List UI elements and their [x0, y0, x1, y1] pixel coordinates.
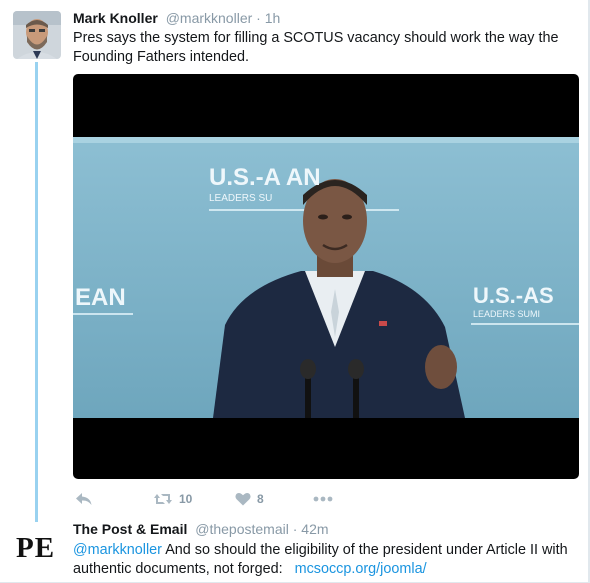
- author-name[interactable]: Mark Knoller: [73, 10, 158, 26]
- author-avatar[interactable]: [13, 11, 61, 59]
- banner-text-right: U.S.-AS: [473, 283, 554, 308]
- reply-url-link[interactable]: mcsoccp.org/joomla/: [295, 561, 427, 577]
- heart-icon: [235, 492, 251, 506]
- retweet-button[interactable]: 10: [153, 488, 192, 510]
- more-button[interactable]: [313, 488, 333, 510]
- tweet-text: Pres says the system for filling a SCOTU…: [73, 30, 559, 65]
- tweet-header: Mark Knoller @markknoller · 1h: [73, 10, 280, 26]
- banner-text-left: EAN: [75, 284, 126, 311]
- banner-subtext-right: LEADERS SUMI: [473, 309, 540, 319]
- reply-header-separator: ·: [292, 521, 298, 537]
- reply-mention-link[interactable]: @markknoller: [73, 542, 162, 558]
- retweet-count: 10: [179, 492, 193, 506]
- reply-timestamp[interactable]: 42m: [301, 521, 328, 537]
- video-frame-image: U.S.-A AN LEADERS SU EAN U.S.-AS LEADERS…: [73, 137, 579, 418]
- more-icon: [313, 496, 333, 502]
- like-button[interactable]: 8: [235, 488, 264, 510]
- banner-subtext-top: LEADERS SU: [209, 193, 272, 204]
- reply-text: @markknoller And so should the eligibili…: [73, 541, 573, 579]
- reply-author-handle[interactable]: @thepostemail: [195, 521, 289, 537]
- reply-icon: [76, 493, 92, 505]
- tweet-timestamp[interactable]: 1h: [265, 10, 281, 26]
- like-count: 8: [257, 492, 264, 506]
- banner-text-top: U.S.-A AN: [209, 164, 321, 191]
- reply-author-name[interactable]: The Post & Email: [73, 521, 187, 537]
- reply-header: The Post & Email @thepostemail · 42m: [73, 521, 329, 537]
- tweet-media-video[interactable]: U.S.-A AN LEADERS SU EAN U.S.-AS LEADERS…: [73, 74, 579, 479]
- thread-connector-line: [35, 62, 38, 522]
- reply-button[interactable]: [75, 488, 93, 510]
- tweet-actions: 10 8: [73, 488, 373, 510]
- author-handle[interactable]: @markknoller: [166, 10, 253, 26]
- header-separator: ·: [256, 10, 261, 26]
- retweet-icon: [154, 494, 172, 504]
- reply-author-logo[interactable]: PE: [16, 532, 55, 565]
